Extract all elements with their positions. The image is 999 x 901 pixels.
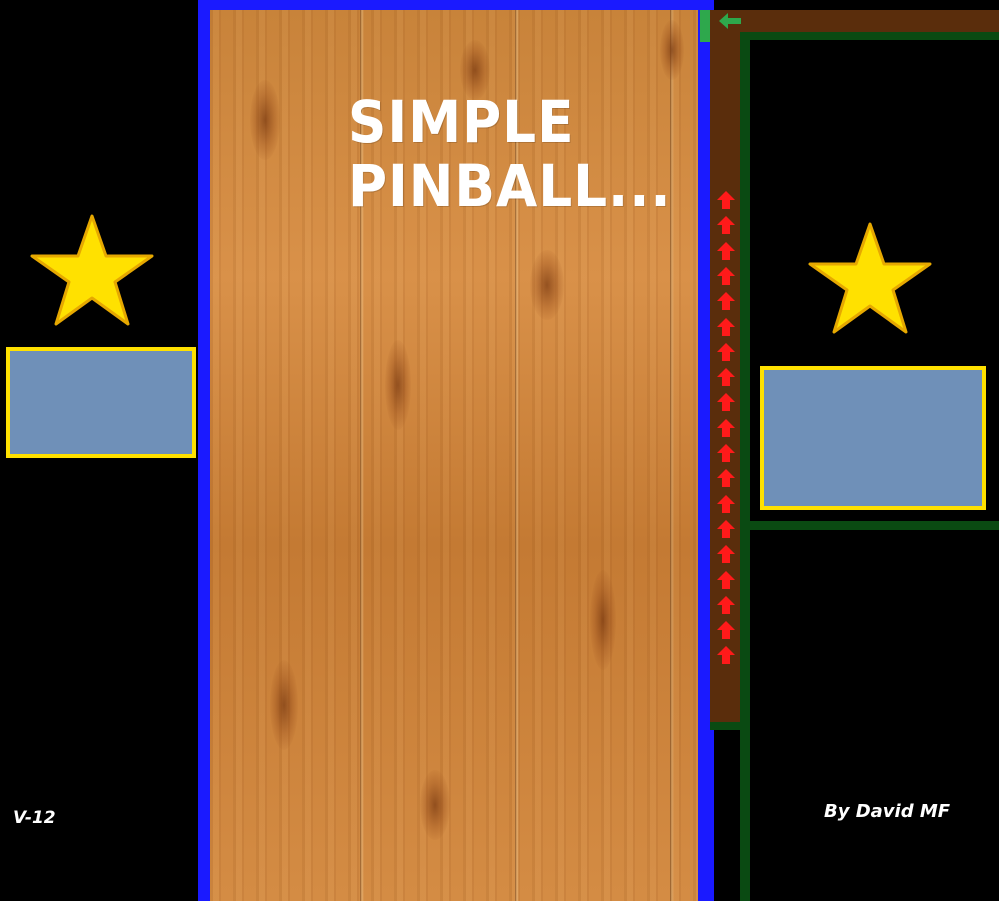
rail-top [740,32,999,40]
red-up-arrow-icon [717,571,735,589]
rail-middle [740,521,999,530]
red-up-arrow-icon [717,469,735,487]
version-label: V-12 [13,808,56,828]
right-panel [760,366,986,510]
red-up-arrow-icon [717,368,735,386]
red-up-arrow-icon [717,419,735,437]
wood-knot [590,570,616,670]
red-up-arrow-icon [717,216,735,234]
red-up-arrow-icon [717,393,735,411]
rail-vertical [740,32,750,901]
lane-gate [700,10,710,42]
game-title-line-2: PINBALL... [348,152,672,220]
game-title: SIMPLE PINBALL... [348,90,672,218]
wood-knot [250,80,280,160]
author-label: By David MF [824,801,951,822]
red-up-arrow-icon [717,242,735,260]
launch-lane [710,10,741,722]
red-up-arrow-icon [717,520,735,538]
rail-bottom [710,722,750,730]
star-icon [808,222,932,334]
wooden-board: SIMPLE PINBALL... [210,10,698,901]
red-up-arrow-icon [717,292,735,310]
red-up-arrow-icon [717,621,735,639]
red-up-arrow-icon [717,343,735,361]
red-up-arrow-icon [717,596,735,614]
star-icon [30,214,154,326]
wood-knot [270,660,298,750]
game-title-line-1: SIMPLE [348,88,575,156]
wood-knot [660,20,684,80]
top-rail [700,10,999,32]
red-up-arrow-icon [717,191,735,209]
red-up-arrow-icon [717,267,735,285]
red-up-arrow-icon [717,545,735,563]
wood-knot [385,340,411,430]
playfield: SIMPLE PINBALL... [198,0,714,901]
red-up-arrow-icon [717,495,735,513]
left-panel [6,347,196,458]
green-left-arrow-icon [719,13,741,29]
wood-knot [420,770,450,840]
red-up-arrow-icon [717,646,735,664]
red-up-arrow-icon [717,318,735,336]
red-up-arrow-icon [717,444,735,462]
wood-knot [530,250,564,320]
